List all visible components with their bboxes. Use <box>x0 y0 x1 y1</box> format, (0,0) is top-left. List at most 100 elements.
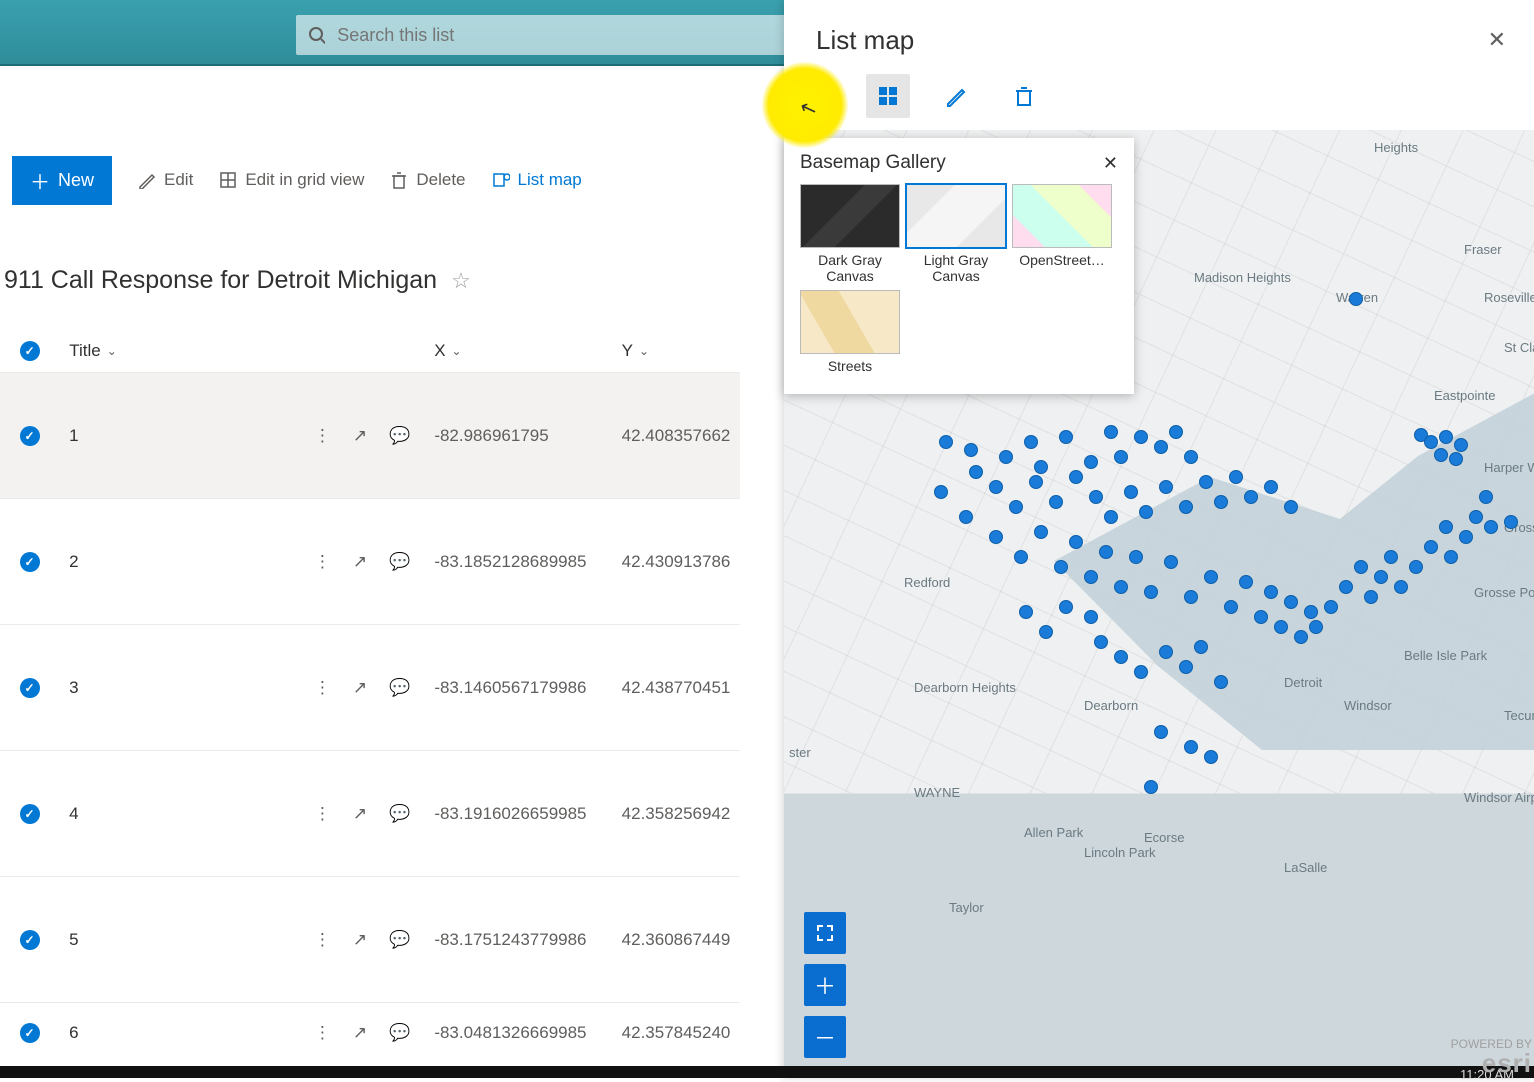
map-data-point[interactable] <box>1484 520 1498 534</box>
col-x[interactable]: X⌄ <box>434 341 621 361</box>
map-data-point[interactable] <box>1159 480 1173 494</box>
map-data-point[interactable] <box>1144 780 1158 794</box>
map-data-point[interactable] <box>1024 435 1038 449</box>
gallery-close-icon[interactable]: ✕ <box>1103 153 1118 174</box>
edit-button[interactable]: Edit <box>138 170 193 190</box>
map-data-point[interactable] <box>1159 645 1173 659</box>
map-data-point[interactable] <box>1139 505 1153 519</box>
map-data-point[interactable] <box>1034 460 1048 474</box>
map-data-point[interactable] <box>1504 515 1518 529</box>
table-row[interactable]: 6⋮↗💬-83.048132666998542.357845240 <box>0 1002 740 1062</box>
map-data-point[interactable] <box>999 450 1013 464</box>
comment-icon[interactable]: 💬 <box>389 552 410 572</box>
basemap-option[interactable]: Dark Gray Canvas <box>800 184 900 284</box>
map-data-point[interactable] <box>1084 455 1098 469</box>
comment-icon[interactable]: 💬 <box>389 804 410 824</box>
map-data-point[interactable] <box>1179 660 1193 674</box>
map-data-point[interactable] <box>1324 600 1338 614</box>
map-data-point[interactable] <box>1264 480 1278 494</box>
table-row[interactable]: 4⋮↗💬-83.191602665998542.358256942 <box>0 750 740 876</box>
more-icon[interactable]: ⋮ <box>314 930 331 950</box>
map-data-point[interactable] <box>1439 520 1453 534</box>
map-data-point[interactable] <box>964 443 978 457</box>
map-data-point[interactable] <box>1124 485 1138 499</box>
edit-grid-button[interactable]: Edit in grid view <box>219 170 364 190</box>
map-data-point[interactable] <box>1069 535 1083 549</box>
map-data-point[interactable] <box>1459 530 1473 544</box>
map-data-point[interactable] <box>1479 490 1493 504</box>
map-data-point[interactable] <box>1284 500 1298 514</box>
map-data-point[interactable] <box>989 480 1003 494</box>
select-all-checkbox[interactable] <box>20 341 40 361</box>
layers-button[interactable] <box>798 74 842 118</box>
table-row[interactable]: 1⋮↗💬-82.98696179542.408357662 <box>0 372 740 498</box>
map-data-point[interactable] <box>1424 540 1438 554</box>
map-data-point[interactable] <box>1104 425 1118 439</box>
map-data-point[interactable] <box>1214 675 1228 689</box>
map-data-point[interactable] <box>1254 610 1268 624</box>
map-data-point[interactable] <box>1239 575 1253 589</box>
comment-icon[interactable]: 💬 <box>389 426 410 446</box>
map-data-point[interactable] <box>1394 580 1408 594</box>
share-icon[interactable]: ↗ <box>353 552 367 572</box>
col-title[interactable]: Title⌄ <box>59 341 434 361</box>
map-data-point[interactable] <box>1449 452 1463 466</box>
basemap-option[interactable]: Streets <box>800 290 900 374</box>
map-data-point[interactable] <box>1374 570 1388 584</box>
basemap-option[interactable]: OpenStreet… <box>1012 184 1112 284</box>
row-checkbox[interactable] <box>20 804 40 824</box>
edit-map-button[interactable] <box>934 74 978 118</box>
map-data-point[interactable] <box>1059 430 1073 444</box>
share-icon[interactable]: ↗ <box>353 804 367 824</box>
table-row[interactable]: 5⋮↗💬-83.175124377998642.360867449 <box>0 876 740 1002</box>
row-checkbox[interactable] <box>20 552 40 572</box>
table-row[interactable]: 3⋮↗💬-83.146056717998642.438770451 <box>0 624 740 750</box>
map-data-point[interactable] <box>1214 495 1228 509</box>
fullscreen-button[interactable] <box>804 912 846 954</box>
map-data-point[interactable] <box>1339 580 1353 594</box>
map-data-point[interactable] <box>1164 555 1178 569</box>
more-icon[interactable]: ⋮ <box>314 1023 331 1043</box>
map-data-point[interactable] <box>1114 450 1128 464</box>
more-icon[interactable]: ⋮ <box>314 804 331 824</box>
map-data-point[interactable] <box>1069 470 1083 484</box>
favorite-star-icon[interactable]: ☆ <box>451 268 471 294</box>
map-data-point[interactable] <box>1264 585 1278 599</box>
map-data-point[interactable] <box>1049 495 1063 509</box>
map-data-point[interactable] <box>1169 425 1183 439</box>
map-data-point[interactable] <box>1229 470 1243 484</box>
row-checkbox[interactable] <box>20 426 40 446</box>
zoom-in-button[interactable]: ＋ <box>804 964 846 1006</box>
map-data-point[interactable] <box>939 435 953 449</box>
map-data-point[interactable] <box>1014 550 1028 564</box>
delete-map-button[interactable] <box>1002 74 1046 118</box>
map-data-point[interactable] <box>1184 740 1198 754</box>
map-data-point[interactable] <box>1144 585 1158 599</box>
map-data-point[interactable] <box>1099 545 1113 559</box>
map-data-point[interactable] <box>1084 610 1098 624</box>
share-icon[interactable]: ↗ <box>353 930 367 950</box>
map-data-point[interactable] <box>934 485 948 499</box>
row-checkbox[interactable] <box>20 678 40 698</box>
map-data-point[interactable] <box>1104 510 1118 524</box>
more-icon[interactable]: ⋮ <box>314 426 331 446</box>
map-data-point[interactable] <box>1114 650 1128 664</box>
map-data-point[interactable] <box>1364 590 1378 604</box>
map-data-point[interactable] <box>989 530 1003 544</box>
map-data-point[interactable] <box>1204 570 1218 584</box>
map-data-point[interactable] <box>1304 605 1318 619</box>
map-data-point[interactable] <box>1059 600 1073 614</box>
comment-icon[interactable]: 💬 <box>389 678 410 698</box>
comment-icon[interactable]: 💬 <box>389 1023 410 1043</box>
map-data-point[interactable] <box>1194 640 1208 654</box>
map-data-point[interactable] <box>1039 625 1053 639</box>
map-data-point[interactable] <box>1134 430 1148 444</box>
map-data-point[interactable] <box>1409 560 1423 574</box>
basemap-option[interactable]: Light Gray Canvas <box>906 184 1006 284</box>
new-button[interactable]: ＋ New <box>12 156 112 205</box>
close-icon[interactable]: ✕ <box>1488 27 1506 53</box>
map-data-point[interactable] <box>1094 635 1108 649</box>
list-map-button[interactable]: List map <box>492 170 582 190</box>
map-data-point[interactable] <box>1284 595 1298 609</box>
map-data-point[interactable] <box>1009 500 1023 514</box>
